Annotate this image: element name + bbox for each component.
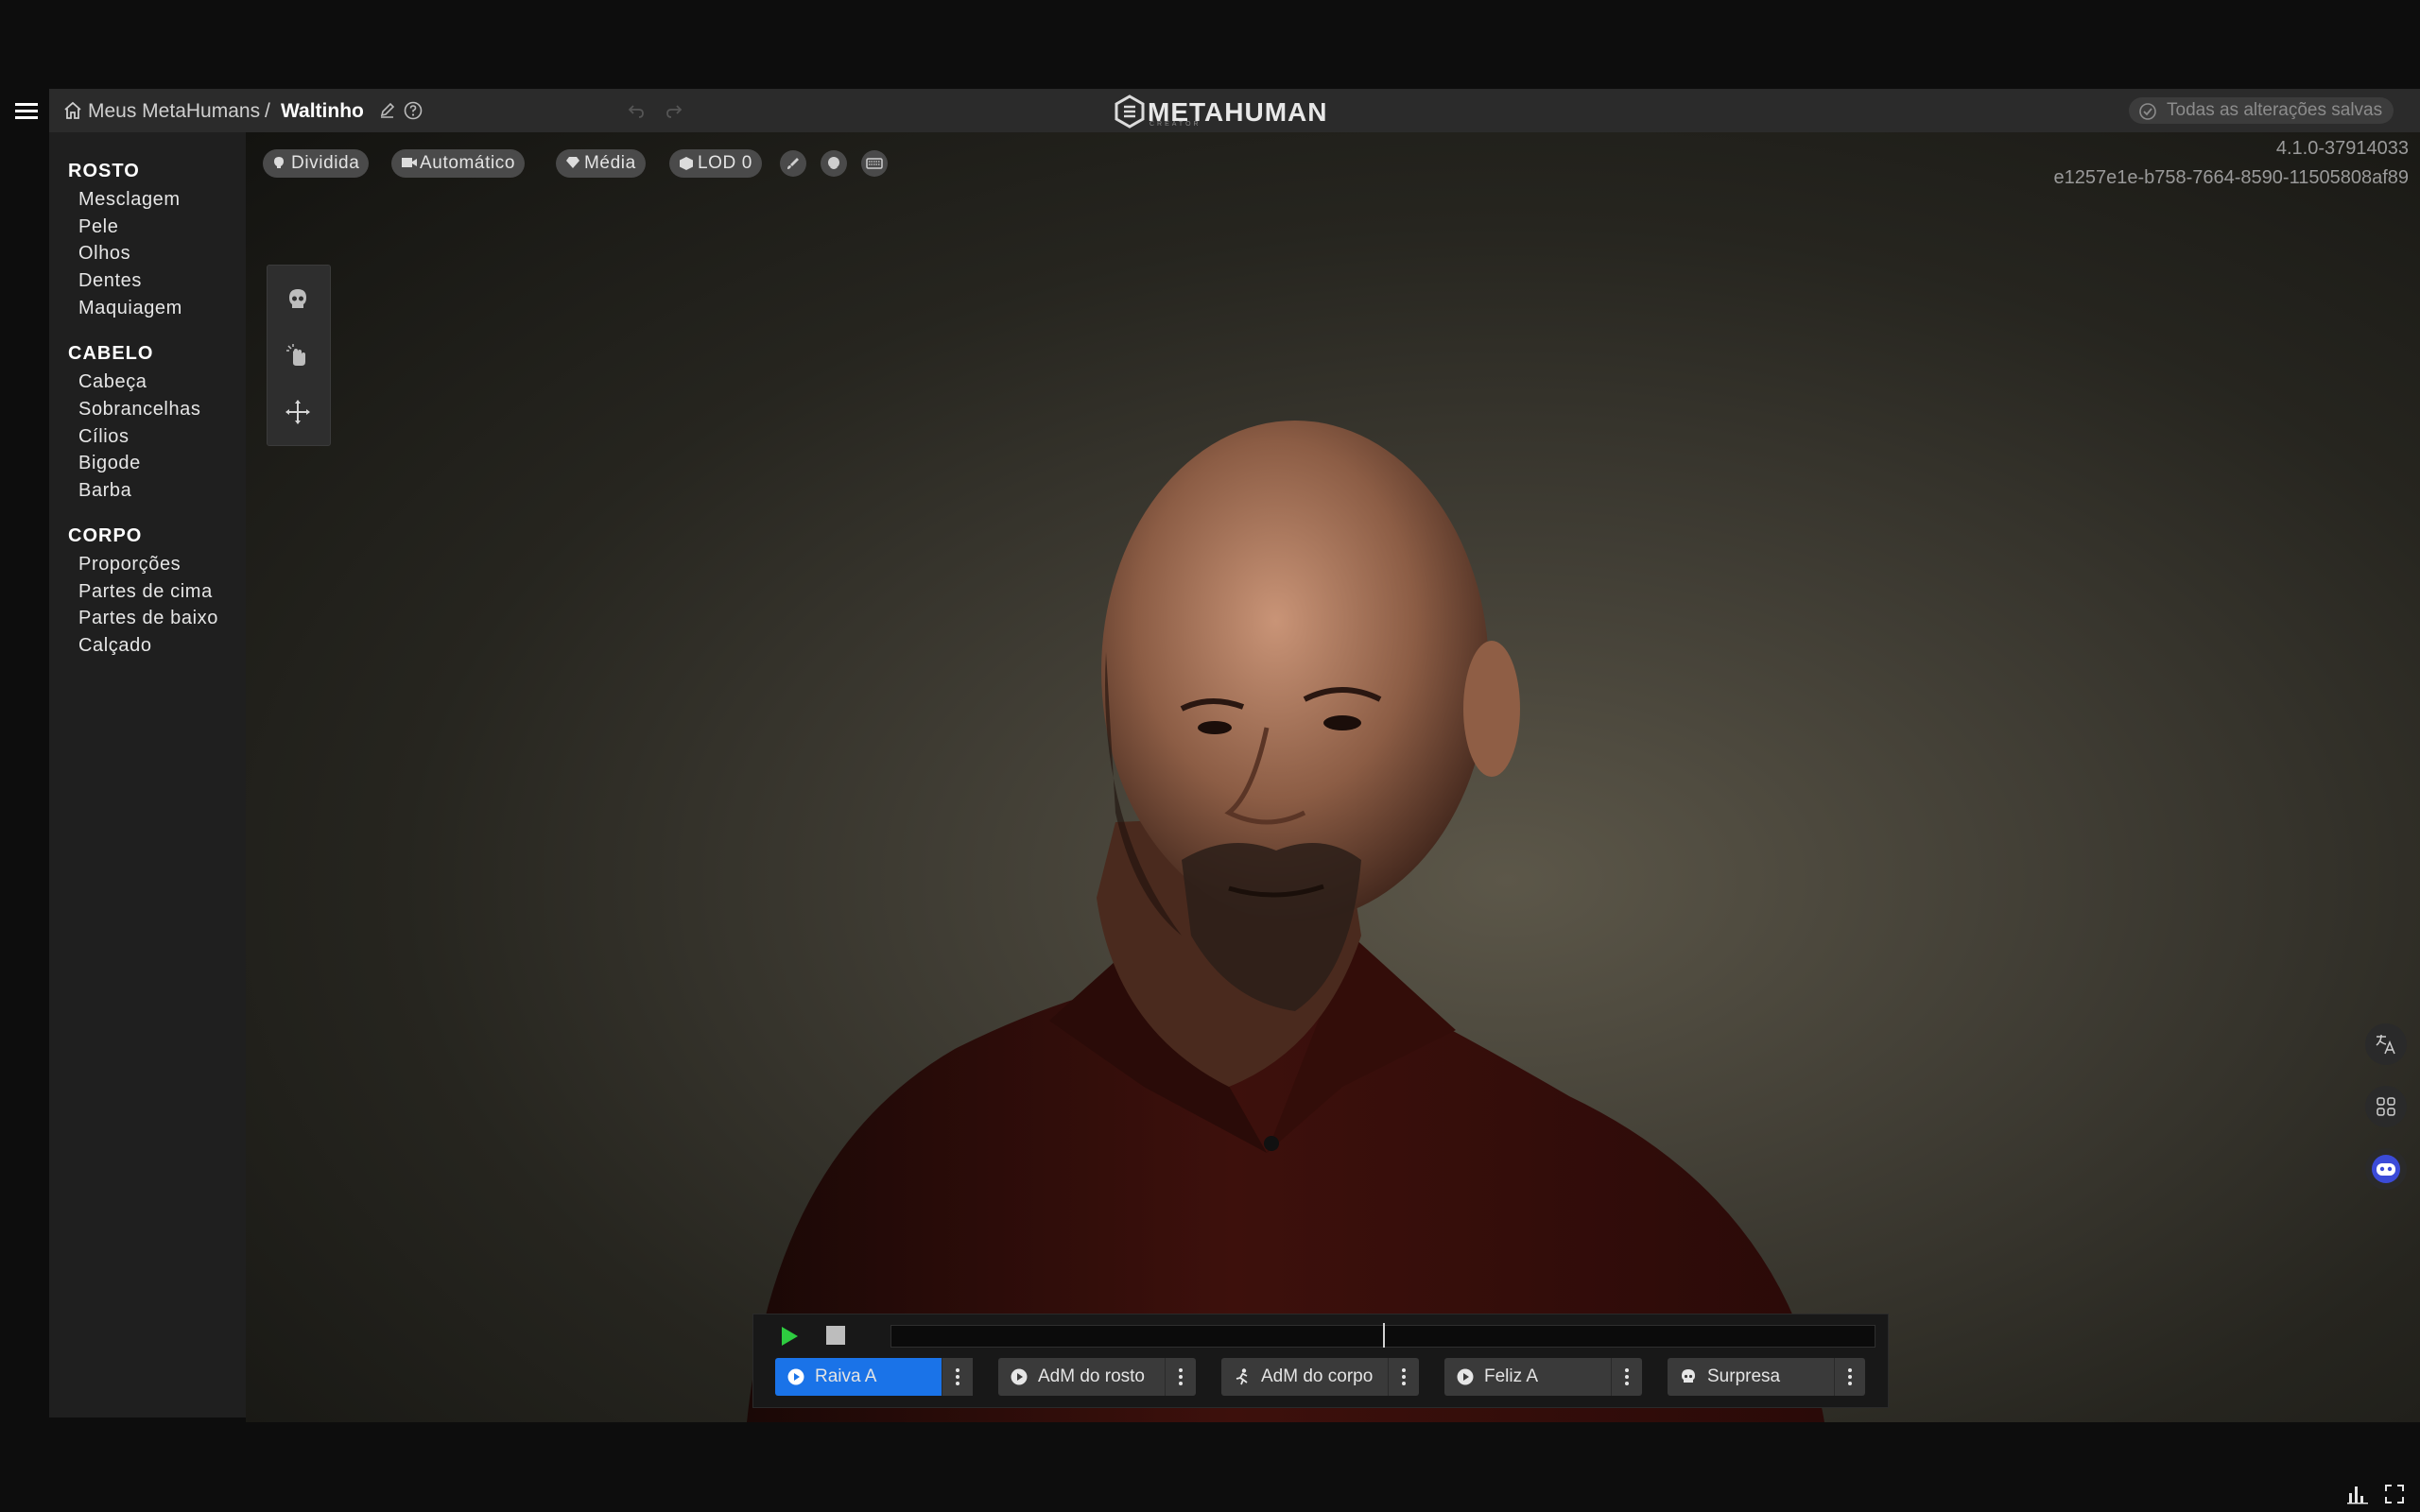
undo-icon[interactable] (626, 100, 647, 121)
camera-label: Automático (420, 153, 516, 173)
sidebar-item-barba[interactable]: Barba (78, 480, 131, 502)
head-view-button[interactable] (821, 150, 847, 177)
redo-icon[interactable] (664, 100, 684, 121)
translate-icon (2376, 1035, 2395, 1055)
animation-feliz-a[interactable]: Feliz A (1444, 1358, 1642, 1396)
lod-chip[interactable]: LOD 0 (669, 149, 762, 178)
edit-pencil-icon[interactable] (378, 101, 397, 120)
more-options-icon[interactable] (1165, 1358, 1196, 1396)
lightbulb-icon (274, 157, 284, 168)
save-status-badge: Todas as alterações salvas (2129, 97, 2394, 124)
quality-chip[interactable]: Média (556, 149, 646, 178)
save-status-text: Todas as alterações salvas (2167, 100, 2383, 120)
version-info: 4.1.0-37914033 e1257e1e-b758-7664-8590-1… (2053, 134, 2409, 193)
video-camera-icon (402, 158, 417, 167)
sidebar-item-cilios[interactable]: Cílios (78, 426, 130, 448)
sidebar-item-pele[interactable]: Pele (78, 216, 118, 238)
help-icon[interactable] (403, 100, 424, 121)
fullscreen-icon[interactable] (2384, 1484, 2405, 1504)
assistant-button[interactable] (2365, 1148, 2407, 1190)
paint-brush-icon (787, 158, 799, 169)
play-icon[interactable] (779, 1325, 800, 1348)
more-options-icon[interactable] (942, 1358, 973, 1396)
section-title-corpo: CORPO (68, 525, 143, 546)
cube-icon (680, 157, 693, 170)
animation-label: AdM do rosto (1038, 1366, 1145, 1386)
camera-chip[interactable]: Automático (391, 149, 526, 178)
lighting-chip[interactable]: Dividida (263, 149, 370, 178)
translate-button[interactable] (2365, 1023, 2407, 1065)
version-number: 4.1.0-37914033 (2275, 138, 2409, 159)
session-id: e1257e1e-b758-7664-8590-11505808af89 (2053, 167, 2409, 188)
more-options-icon[interactable] (1834, 1358, 1865, 1396)
section-title-rosto: ROSTO (68, 161, 140, 181)
sidebar-item-sobrancelhas[interactable]: Sobrancelhas (78, 399, 201, 421)
keyboard-icon (866, 158, 883, 169)
animation-raiva-a[interactable]: Raiva A (775, 1358, 973, 1396)
metahuman-logo-icon (1115, 94, 1145, 129)
head-icon (828, 157, 839, 169)
animation-label: AdM do corpo (1261, 1366, 1374, 1386)
sidebar-item-olhos[interactable]: Olhos (78, 243, 130, 265)
skull-sculpt-icon[interactable] (281, 282, 315, 316)
animation-label: Feliz A (1484, 1366, 1539, 1386)
skull-icon (1682, 1369, 1695, 1383)
breadcrumb-current: Waltinho (281, 100, 364, 122)
quality-label: Média (584, 153, 636, 173)
move-arrows-icon[interactable] (281, 395, 315, 429)
animation-surpresa[interactable]: Surpresa (1668, 1358, 1865, 1396)
sidebar-item-cabeca[interactable]: Cabeça (78, 371, 147, 393)
stop-icon[interactable] (826, 1326, 845, 1345)
breadcrumb-separator: / (265, 100, 270, 122)
play-circle-icon (1457, 1368, 1474, 1385)
animation-adm-do-corpo[interactable]: AdM do corpo (1221, 1358, 1419, 1396)
play-circle-icon (787, 1368, 804, 1385)
apps-grid-icon (2377, 1097, 2395, 1116)
section-title-cabelo: CABELO (68, 343, 154, 364)
animation-adm-do-rosto[interactable]: AdM do rosto (998, 1358, 1196, 1396)
paint-brush-button[interactable] (780, 150, 806, 177)
timeline-playhead[interactable] (1383, 1323, 1385, 1348)
sidebar-item-bigode[interactable]: Bigode (78, 453, 141, 474)
diamond-icon (566, 157, 579, 168)
hand-move-icon[interactable] (281, 338, 315, 372)
keyboard-button[interactable] (861, 150, 888, 177)
stats-chart-icon[interactable] (2346, 1484, 2369, 1504)
lod-label: LOD 0 (698, 153, 752, 173)
hamburger-menu-icon[interactable] (15, 100, 38, 121)
sidebar-item-partes-de-baixo[interactable]: Partes de baixo (78, 608, 218, 629)
robot-assistant-icon (2372, 1155, 2400, 1183)
breadcrumb-root[interactable]: Meus MetaHumans (88, 100, 260, 123)
metahuman-character-render (747, 421, 1824, 1422)
play-circle-icon (1011, 1368, 1028, 1385)
animation-label: Surpresa (1707, 1366, 1781, 1386)
more-options-icon[interactable] (1611, 1358, 1642, 1396)
sidebar-item-proporcoes[interactable]: Proporções (78, 554, 181, 576)
sidebar-item-mesclagem[interactable]: Mesclagem (78, 189, 181, 211)
apps-grid-button[interactable] (2365, 1086, 2407, 1127)
check-circle-icon (2139, 103, 2156, 120)
sidebar-item-maquiagem[interactable]: Maquiagem (78, 298, 182, 319)
running-figure-icon (1236, 1368, 1248, 1385)
sidebar-item-partes-de-cima[interactable]: Partes de cima (78, 581, 213, 603)
home-icon[interactable] (62, 100, 83, 121)
animation-label: Raiva A (815, 1366, 877, 1386)
lighting-label: Dividida (291, 153, 360, 173)
brand-subtitle: CREATOR (1150, 121, 1201, 128)
sidebar (49, 132, 246, 1418)
sidebar-item-dentes[interactable]: Dentes (78, 270, 142, 292)
sidebar-item-calcado[interactable]: Calçado (78, 635, 152, 657)
more-options-icon[interactable] (1388, 1358, 1419, 1396)
